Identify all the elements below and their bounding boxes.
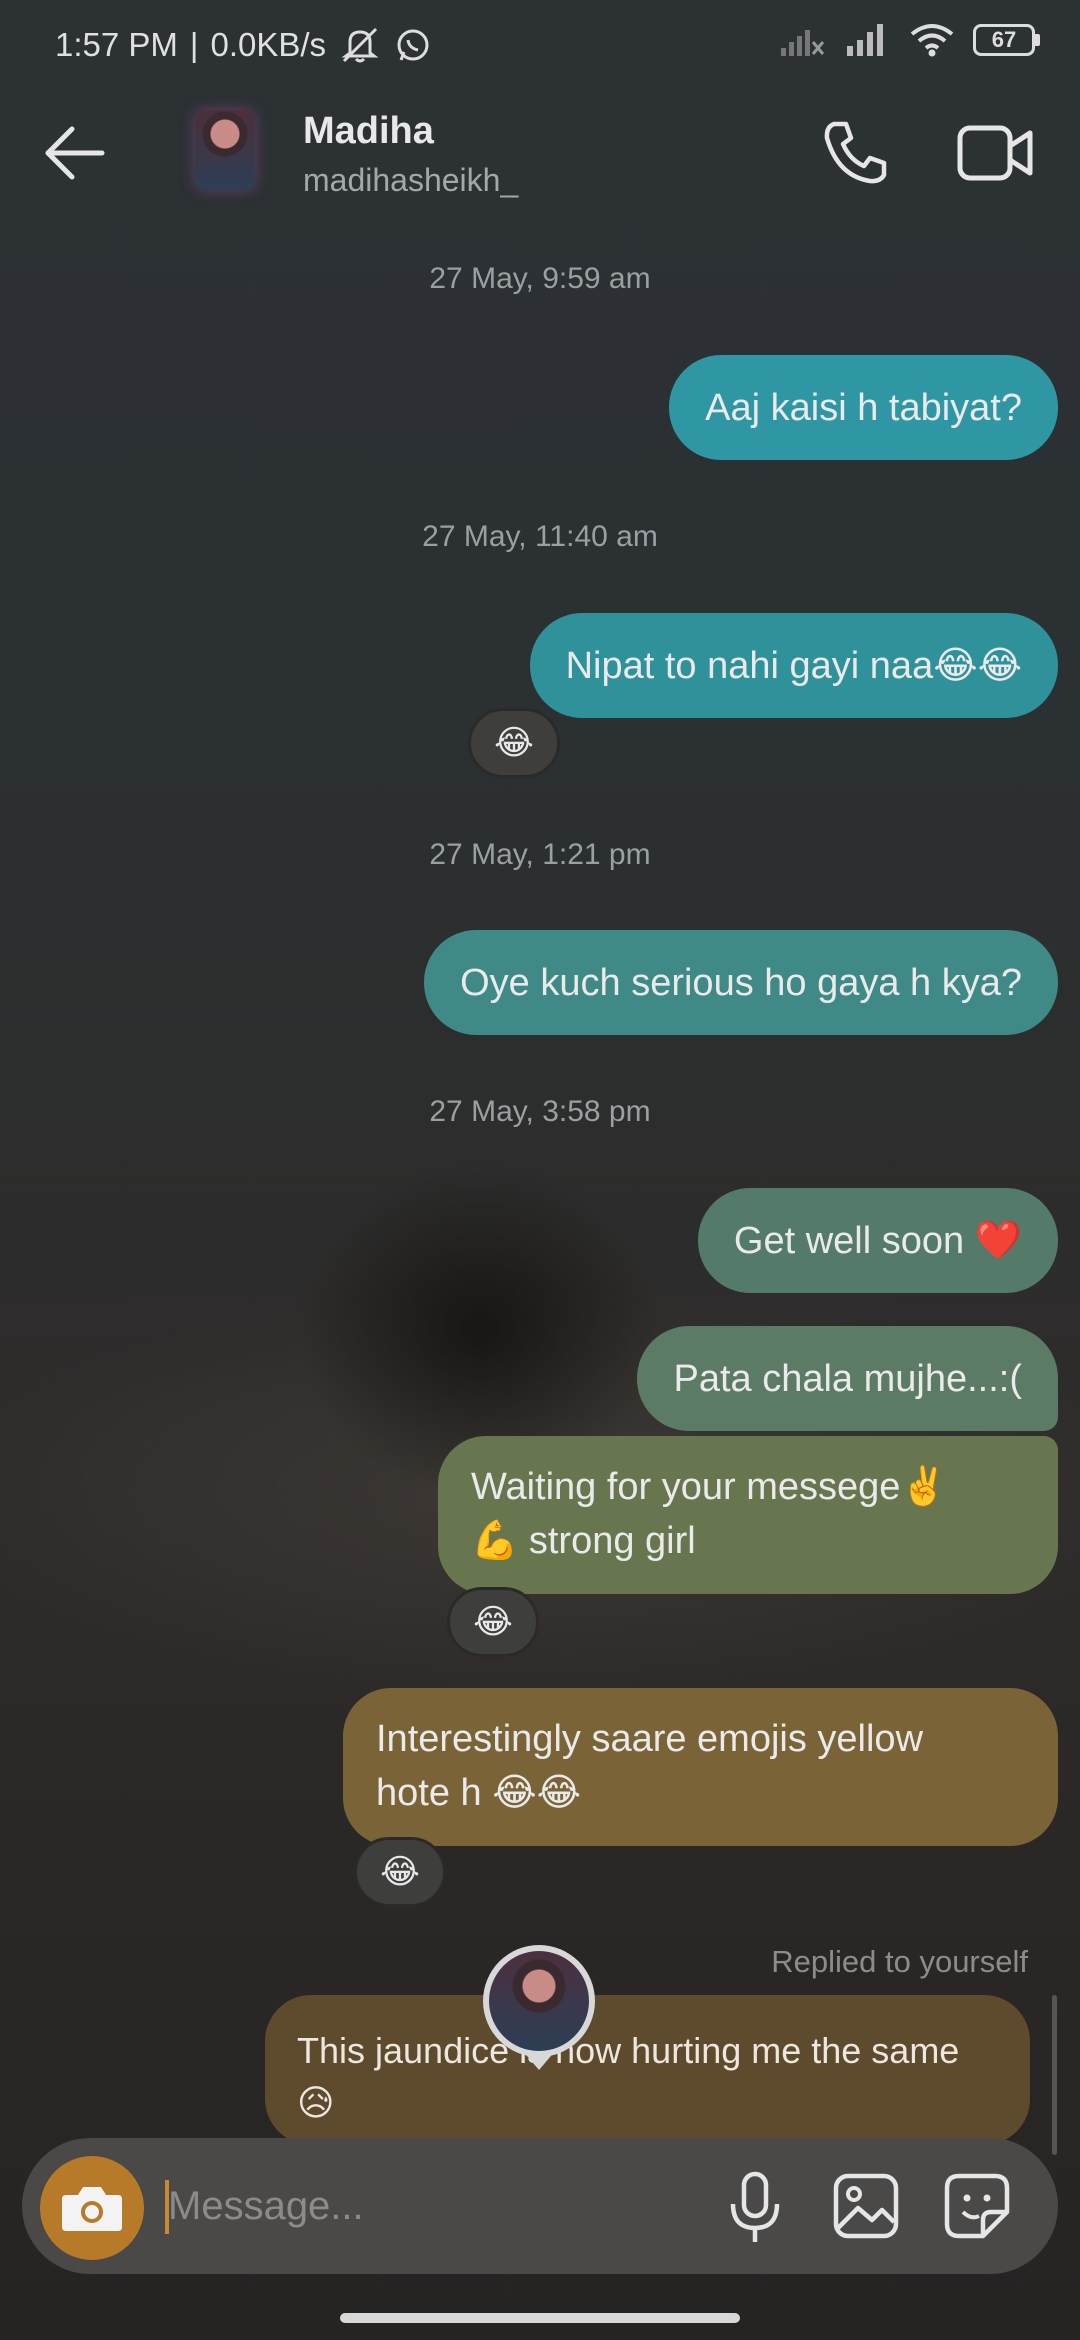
message-text: Oye kuch serious ho gaya h kya?: [460, 961, 1022, 1004]
message-bubble[interactable]: Get well soon ❤️: [697, 1188, 1058, 1293]
reaction-badge[interactable]: 😂: [354, 1837, 446, 1907]
message-text: Waiting for your messege✌️: [471, 1466, 948, 1508]
back-arrow-icon[interactable]: [40, 118, 110, 188]
avatar-image: [489, 1951, 589, 2051]
signal-icon: [847, 24, 883, 56]
message-text: Nipat to nahi gayi naa😂😂: [565, 644, 1022, 687]
message-text: Interestingly saare emojis yellow: [376, 1718, 924, 1760]
message-bubble[interactable]: Pata chala mujhe...:(: [637, 1326, 1058, 1431]
message-bubble[interactable]: Interestingly saare emojis yellow hote h…: [343, 1688, 1058, 1846]
message-bubble[interactable]: Nipat to nahi gayi naa😂😂: [529, 613, 1058, 718]
microphone-icon[interactable]: [725, 2170, 785, 2246]
status-bar-right: 67: [779, 22, 1040, 58]
reaction-badge[interactable]: 😂: [447, 1587, 539, 1657]
message-text: Pata chala mujhe...:(: [673, 1357, 1022, 1400]
message-text: hote h 😂😂: [376, 1772, 582, 1814]
message-text: Aaj kaisi h tabiyat?: [705, 386, 1022, 429]
reply-avatar[interactable]: [483, 1945, 595, 2057]
avatar[interactable]: [195, 110, 255, 190]
status-time: 1:57 PM: [55, 26, 178, 63]
video-camera-icon[interactable]: [955, 118, 1035, 188]
sticker-icon[interactable]: [943, 2172, 1011, 2240]
whatsapp-icon: [397, 29, 429, 61]
timestamp: 27 May, 11:40 am: [422, 520, 658, 553]
phone-icon[interactable]: [820, 118, 890, 188]
message-text: 😥: [297, 2082, 335, 2123]
status-bar-left: 1:57 PM | 0.0KB/s: [55, 25, 432, 65]
mute-icon: [341, 27, 379, 63]
camera-button[interactable]: [40, 2156, 144, 2260]
message-text: Get well soon ❤️: [733, 1219, 1022, 1262]
home-indicator[interactable]: [340, 2313, 740, 2323]
message-bubble[interactable]: Aaj kaisi h tabiyat?: [669, 355, 1058, 460]
battery-icon: 67: [973, 24, 1040, 56]
reaction-badge[interactable]: 😂: [468, 708, 560, 778]
battery-level: 67: [991, 27, 1017, 52]
signal-icon: [781, 30, 825, 56]
message-text: This jaundice is now hurting me the same: [297, 2030, 960, 2071]
contact-name[interactable]: Madiha: [303, 110, 434, 153]
status-separator: |: [189, 26, 199, 63]
reply-message-bubble[interactable]: This jaundice is now hurting me the same…: [265, 1995, 1030, 2145]
wifi-icon: [910, 24, 954, 57]
net-speed: 0.0KB/s: [210, 26, 327, 63]
scrollbar[interactable]: [1052, 1995, 1057, 2155]
message-bubble[interactable]: Oye kuch serious ho gaya h kya?: [424, 930, 1058, 1035]
timestamp: 27 May, 3:58 pm: [429, 1095, 651, 1128]
timestamp: 27 May, 9:59 am: [429, 262, 651, 295]
replied-label: Replied to yourself: [771, 1944, 1028, 1979]
message-bubble[interactable]: Waiting for your messege✌️ 💪 strong girl: [438, 1436, 1058, 1594]
timestamp: 27 May, 1:21 pm: [429, 838, 651, 871]
message-input[interactable]: [168, 2176, 688, 2236]
camera-icon: [62, 2187, 122, 2231]
gallery-icon[interactable]: [832, 2172, 900, 2240]
contact-handle[interactable]: madihasheikh_: [303, 162, 518, 199]
message-text: 💪 strong girl: [471, 1520, 696, 1562]
